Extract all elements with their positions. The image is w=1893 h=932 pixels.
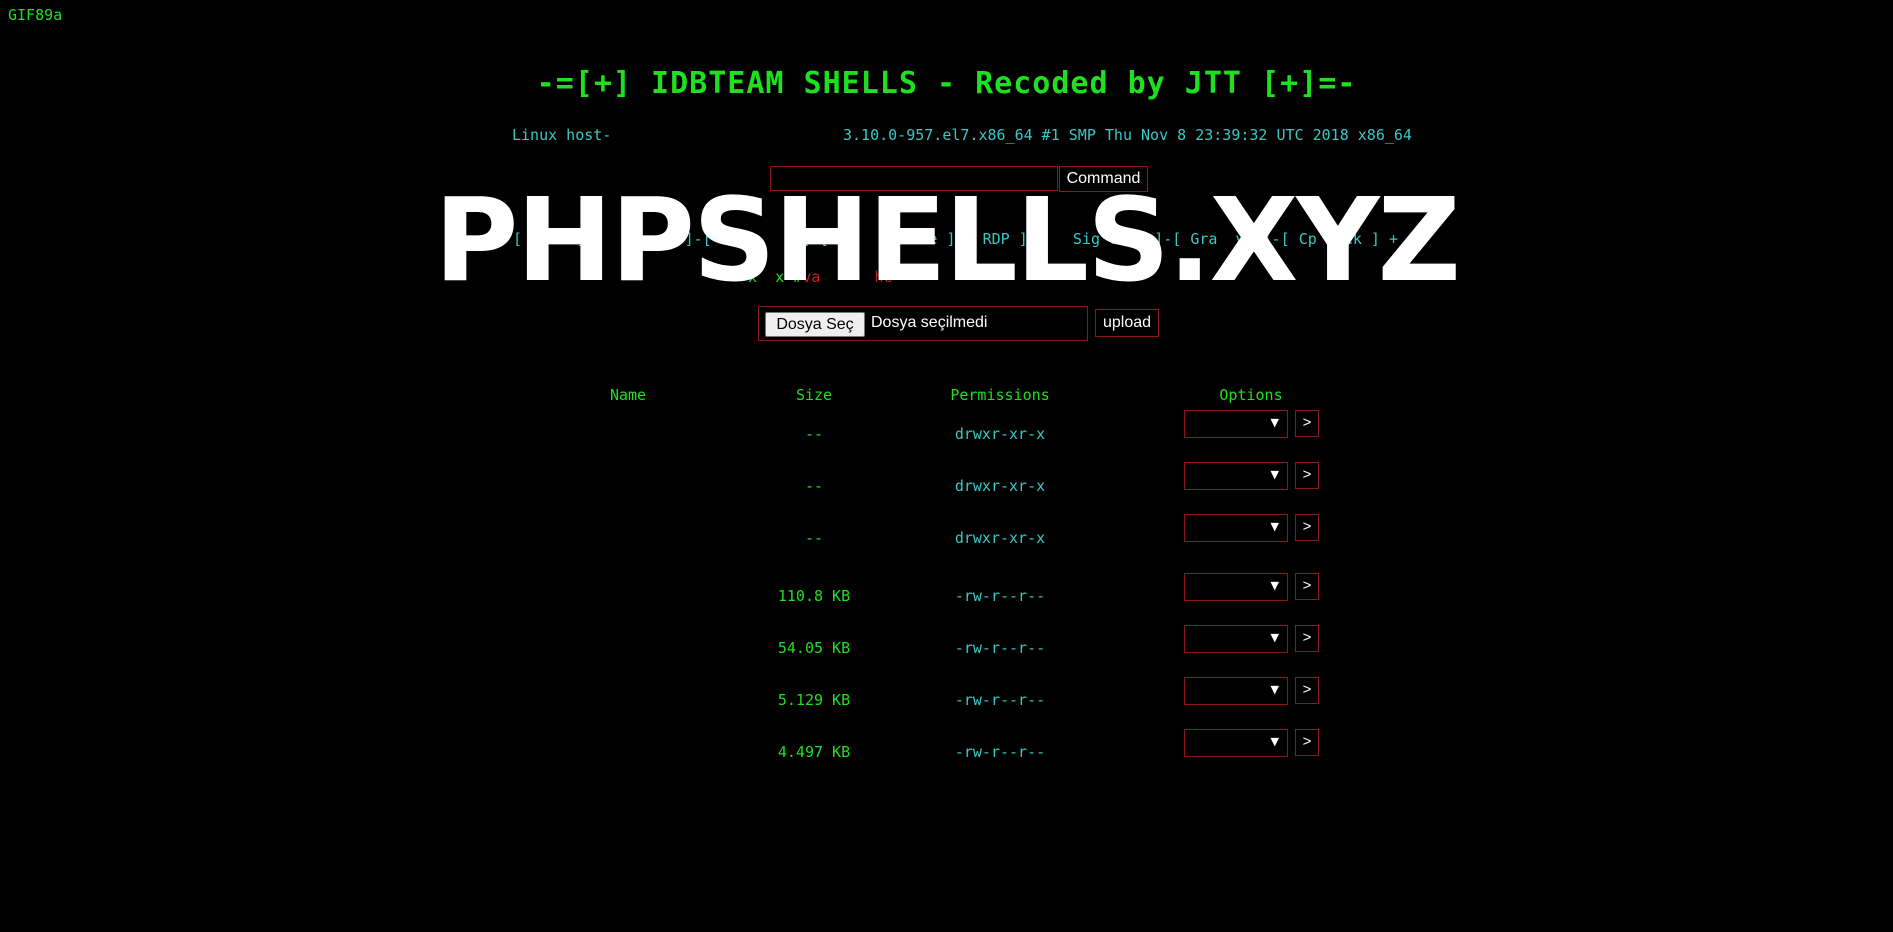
options-select[interactable]: ▼: [1184, 410, 1288, 438]
file-permissions[interactable]: drwxr-xr-x: [955, 529, 1045, 547]
file-status-text: Dosya seçilmedi: [871, 314, 988, 331]
go-button[interactable]: >: [1295, 410, 1319, 437]
file-permissions[interactable]: -rw-r--r--: [955, 743, 1045, 761]
options-select[interactable]: ▼: [1184, 462, 1288, 490]
file-size: --: [804, 529, 824, 547]
file-permissions[interactable]: -rw-r--r--: [955, 587, 1045, 605]
file-size: --: [804, 477, 824, 495]
file-permissions[interactable]: -rw-r--r--: [955, 691, 1045, 709]
options-select[interactable]: ▼: [1184, 514, 1288, 542]
file-size: 5.129 KB: [777, 691, 851, 709]
uname-kernel: 3.10.0-957.el7.x86_64 #1 SMP Thu Nov 8 2…: [843, 126, 1412, 144]
column-header-options: Options: [1219, 386, 1283, 404]
file-permissions[interactable]: drwxr-xr-x: [955, 477, 1045, 495]
options-select[interactable]: ▼: [1184, 625, 1288, 653]
go-button[interactable]: >: [1295, 462, 1319, 489]
file-permissions[interactable]: drwxr-xr-x: [955, 425, 1045, 443]
go-button[interactable]: >: [1295, 573, 1319, 600]
chevron-down-icon: ▼: [1270, 520, 1279, 533]
column-header-permissions: Permissions: [950, 386, 1050, 404]
chevron-down-icon: ▼: [1270, 468, 1279, 481]
options-select[interactable]: ▼: [1184, 677, 1288, 705]
page-title: -=[+] IDBTEAM SHELLS - Recoded by JTT [+…: [536, 66, 1357, 101]
go-button[interactable]: >: [1295, 625, 1319, 652]
chevron-down-icon: ▼: [1270, 579, 1279, 592]
go-button[interactable]: >: [1295, 729, 1319, 756]
chevron-down-icon: ▼: [1270, 683, 1279, 696]
column-header-size: Size: [795, 386, 833, 404]
file-permissions[interactable]: -rw-r--r--: [955, 639, 1045, 657]
file-size: 54.05 KB: [777, 639, 851, 657]
chevron-down-icon: ▼: [1270, 631, 1279, 644]
upload-button[interactable]: upload: [1095, 309, 1159, 337]
column-header-name: Name: [609, 386, 647, 404]
go-button[interactable]: >: [1295, 514, 1319, 541]
file-size: 110.8 KB: [777, 587, 851, 605]
chevron-down-icon: ▼: [1270, 416, 1279, 429]
options-select[interactable]: ▼: [1184, 729, 1288, 757]
options-select[interactable]: ▼: [1184, 573, 1288, 601]
go-button[interactable]: >: [1295, 677, 1319, 704]
watermark-overlay: PHPSHELLS.XYZ: [434, 174, 1461, 308]
upload-form: Dosya Seç Dosya seçilmedi: [758, 306, 1088, 341]
file-size: --: [804, 425, 824, 443]
uname-host: Linux host-: [512, 126, 612, 144]
chevron-down-icon: ▼: [1270, 735, 1279, 748]
gif-marker: GIF89a: [8, 6, 63, 24]
file-choose-button[interactable]: Dosya Seç: [765, 312, 865, 337]
file-size: 4.497 KB: [777, 743, 851, 761]
